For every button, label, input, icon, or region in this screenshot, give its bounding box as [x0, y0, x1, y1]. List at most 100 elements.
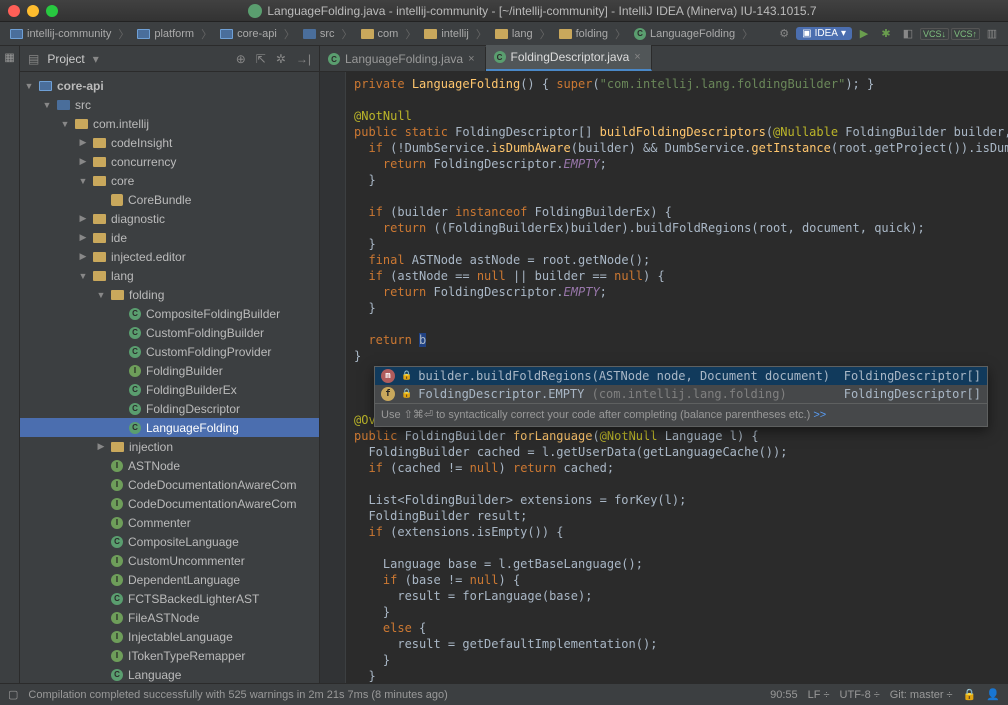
- breadcrumb-item[interactable]: platform〉: [133, 26, 216, 42]
- tree-node[interactable]: core: [20, 171, 319, 190]
- project-toolwindow-button[interactable]: ▦: [3, 52, 16, 65]
- tree-module-root[interactable]: core-api: [20, 76, 319, 95]
- class-icon: [634, 28, 646, 40]
- class-icon: [129, 384, 141, 396]
- breadcrumb-item[interactable]: intellij-community〉: [6, 26, 133, 42]
- caret-position[interactable]: 90:55: [770, 689, 798, 701]
- tree-node[interactable]: FCTSBackedLighterAST: [20, 589, 319, 608]
- tree-node[interactable]: LanguageFolding: [20, 418, 319, 437]
- completion-hint: Use ⇧⌘⏎ to syntactically correct your co…: [375, 403, 987, 426]
- tree-node[interactable]: injection: [20, 437, 319, 456]
- hide-icon[interactable]: →|: [294, 52, 313, 66]
- tree-node[interactable]: folding: [20, 285, 319, 304]
- status-bar: ▢ Compilation completed successfully wit…: [0, 683, 1008, 705]
- tree-node-label: folding: [129, 288, 164, 302]
- tree-node[interactable]: codeInsight: [20, 133, 319, 152]
- line-separator[interactable]: LF ÷: [808, 689, 830, 701]
- editor-tab[interactable]: LanguageFolding.java×: [320, 47, 486, 71]
- tree-node-label: ide: [111, 231, 127, 245]
- zoom-window[interactable]: [46, 5, 58, 17]
- dropdown-icon[interactable]: ▾: [91, 52, 101, 66]
- titlebar: LanguageFolding.java - intellij-communit…: [0, 0, 1008, 22]
- tree-node[interactable]: CustomUncommenter: [20, 551, 319, 570]
- tree-node-label: CustomFoldingBuilder: [146, 326, 264, 340]
- completion-item[interactable]: m🔒builder.buildFoldRegions(ASTNode node,…: [375, 367, 987, 385]
- tree-node-label: InjectableLanguage: [128, 630, 233, 644]
- toolwindows-quick-access-icon[interactable]: ▢: [8, 688, 18, 701]
- class-icon: [111, 536, 123, 548]
- tree-node[interactable]: InjectableLanguage: [20, 627, 319, 646]
- tree-node[interactable]: ASTNode: [20, 456, 319, 475]
- close-window[interactable]: [8, 5, 20, 17]
- completion-hint-link[interactable]: >>: [813, 409, 826, 421]
- close-tab-icon[interactable]: ×: [468, 53, 474, 65]
- tree-node[interactable]: FoldingDescriptor: [20, 399, 319, 418]
- completion-item[interactable]: f🔒FoldingDescriptor.EMPTY (com.intellij.…: [375, 385, 987, 403]
- code-completion-popup[interactable]: m🔒builder.buildFoldRegions(ASTNode node,…: [374, 366, 988, 427]
- tree-node-label: core: [111, 174, 134, 188]
- breadcrumb-item[interactable]: src〉: [299, 26, 357, 42]
- tree-node[interactable]: injected.editor: [20, 247, 319, 266]
- tree-node[interactable]: Language: [20, 665, 319, 683]
- vcs-commit-icon[interactable]: VCS↑: [951, 28, 980, 40]
- tree-node-label: injection: [129, 440, 173, 454]
- tree-node[interactable]: CoreBundle: [20, 190, 319, 209]
- breadcrumb-item[interactable]: lang〉: [491, 26, 555, 42]
- tree-node[interactable]: CompositeFoldingBuilder: [20, 304, 319, 323]
- tree-node[interactable]: CodeDocumentationAwareCom: [20, 494, 319, 513]
- run-icon[interactable]: ▶: [856, 26, 872, 42]
- inspection-highlight-icon[interactable]: 👤: [986, 688, 1000, 701]
- vcs-update-icon[interactable]: VCS↓: [920, 28, 949, 40]
- breadcrumb-item[interactable]: core-api〉: [216, 26, 299, 42]
- interface-icon: [111, 460, 123, 472]
- editor-gutter[interactable]: [320, 72, 346, 683]
- git-branch[interactable]: Git: master ÷: [890, 689, 953, 701]
- tree-node[interactable]: Commenter: [20, 513, 319, 532]
- build-icon[interactable]: ⚙: [776, 26, 792, 42]
- tree-node[interactable]: CompositeLanguage: [20, 532, 319, 551]
- tree-node[interactable]: ide: [20, 228, 319, 247]
- project-structure-icon[interactable]: ▥: [984, 26, 1000, 42]
- tree-node-label: CodeDocumentationAwareCom: [128, 478, 297, 492]
- tree-node[interactable]: ITokenTypeRemapper: [20, 646, 319, 665]
- editor-tab[interactable]: FoldingDescriptor.java×: [486, 45, 652, 71]
- tree-node[interactable]: lang: [20, 266, 319, 285]
- project-tree[interactable]: core-api src com.intellij codeInsightcon…: [20, 72, 319, 683]
- tree-node-label: FoldingBuilderEx: [146, 383, 237, 397]
- tree-node[interactable]: DependentLanguage: [20, 570, 319, 589]
- window-title: LanguageFolding.java - intellij-communit…: [65, 4, 1000, 18]
- tree-node[interactable]: CustomFoldingProvider: [20, 342, 319, 361]
- status-message: Compilation completed successfully with …: [28, 689, 447, 701]
- tree-node[interactable]: diagnostic: [20, 209, 319, 228]
- tree-node[interactable]: CustomFoldingBuilder: [20, 323, 319, 342]
- package-icon: [93, 252, 106, 262]
- tree-node[interactable]: FoldingBuilder: [20, 361, 319, 380]
- minimize-window[interactable]: [27, 5, 39, 17]
- run-config-selector[interactable]: ▣ IDEA ▾: [796, 27, 852, 40]
- interface-icon: [111, 498, 123, 510]
- tree-node[interactable]: FoldingBuilderEx: [20, 380, 319, 399]
- tree-node[interactable]: CodeDocumentationAwareCom: [20, 475, 319, 494]
- tree-src-folder[interactable]: src: [20, 95, 319, 114]
- tree-node[interactable]: concurrency: [20, 152, 319, 171]
- breadcrumb-item[interactable]: folding〉: [555, 26, 630, 42]
- breadcrumb-item[interactable]: intellij〉: [420, 26, 491, 42]
- coverage-icon[interactable]: ◧: [900, 26, 916, 42]
- collapse-all-icon[interactable]: ⇱: [254, 52, 268, 66]
- tree-node[interactable]: FileASTNode: [20, 608, 319, 627]
- breadcrumb-item[interactable]: com〉: [357, 26, 421, 42]
- scroll-from-source-icon[interactable]: ⊕: [234, 52, 248, 66]
- tree-node-label: Language: [128, 668, 181, 682]
- completion-return-type: FoldingDescriptor[]: [844, 386, 981, 402]
- readonly-lock-icon[interactable]: 🔒: [963, 688, 977, 701]
- class-icon: [328, 53, 340, 65]
- file-encoding[interactable]: UTF-8 ÷: [840, 689, 880, 701]
- settings-icon[interactable]: ✲: [274, 52, 288, 66]
- close-tab-icon[interactable]: ×: [634, 51, 640, 63]
- views-icon[interactable]: ▤: [26, 52, 41, 66]
- project-toolwindow: ▤ Project ▾ ⊕ ⇱ ✲ →| core-api src com.in…: [20, 46, 320, 683]
- tree-package[interactable]: com.intellij: [20, 114, 319, 133]
- breadcrumb-label: lang: [512, 28, 533, 40]
- debug-icon[interactable]: ✱: [878, 26, 894, 42]
- breadcrumb-item[interactable]: LanguageFolding〉: [630, 26, 757, 42]
